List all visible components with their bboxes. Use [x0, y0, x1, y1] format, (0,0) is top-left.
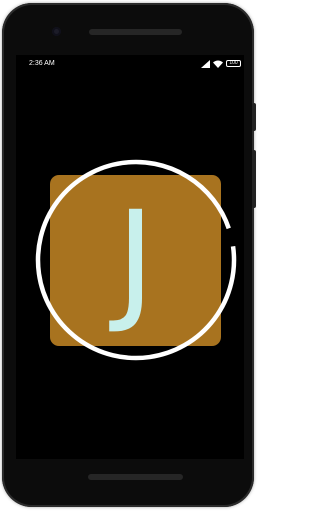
power-button [252, 103, 256, 131]
front-camera-icon [52, 27, 61, 36]
loading-ring-icon [35, 159, 237, 361]
earpiece-speaker [89, 29, 182, 35]
screen: 2:36 AM 100 J [16, 55, 244, 459]
volume-button [252, 150, 256, 208]
bottom-speaker [88, 474, 183, 480]
phone-frame: 2:36 AM 100 J [2, 3, 254, 507]
